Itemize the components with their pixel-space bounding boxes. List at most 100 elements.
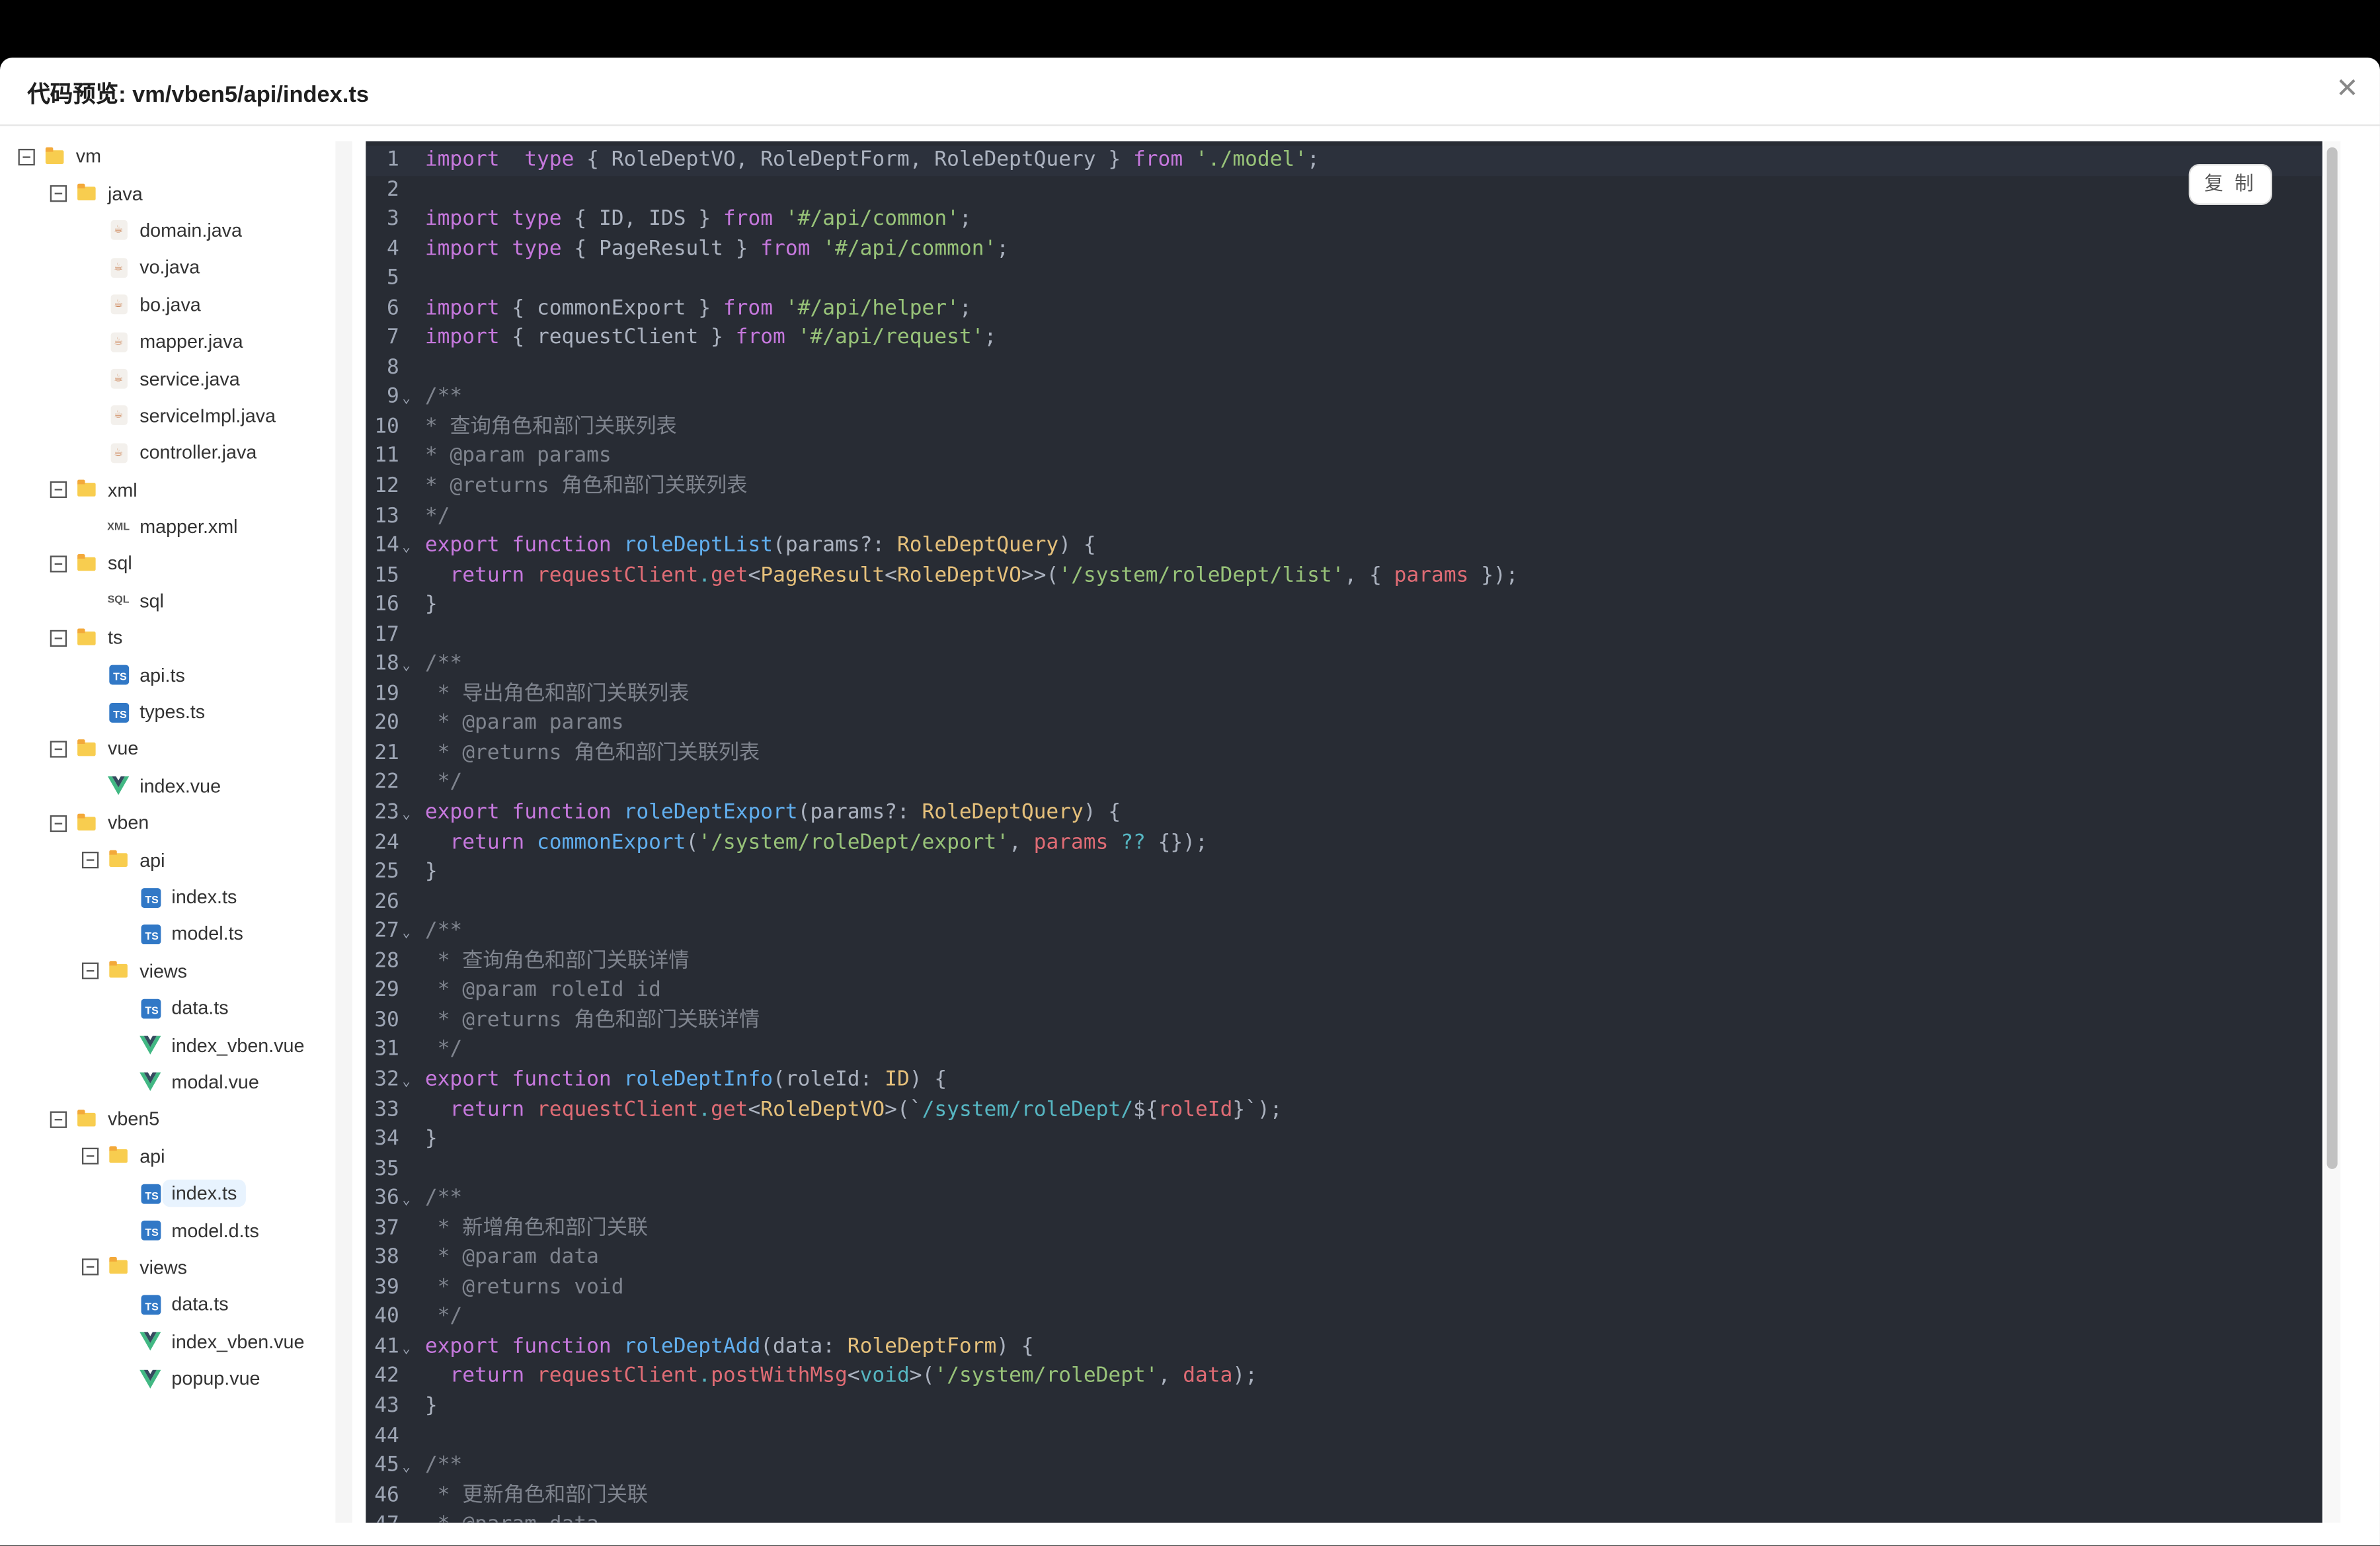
tree-folder[interactable]: vben5 xyxy=(0,1101,334,1138)
tree-file[interactable]: ☕ serviceImpl.java xyxy=(0,397,334,434)
code-line: 35 xyxy=(366,1155,2322,1184)
tree-file[interactable]: ☕ vo.java xyxy=(0,249,334,286)
code-text: import { requestClient } from '#/api/req… xyxy=(425,324,996,354)
tree-file[interactable]: TS index.ts xyxy=(0,1175,334,1212)
code-token: from xyxy=(1132,147,1183,172)
tree-file[interactable]: TS api.ts xyxy=(0,657,334,694)
fold-chevron-icon[interactable]: ⌄ xyxy=(402,653,410,683)
collapse-icon[interactable] xyxy=(50,481,67,499)
tree-folder[interactable]: vue xyxy=(0,731,334,768)
tree-item-label: serviceImpl.java xyxy=(139,405,276,427)
collapse-icon[interactable] xyxy=(50,555,67,573)
collapse-icon[interactable] xyxy=(50,815,67,832)
collapse-icon[interactable] xyxy=(50,185,67,202)
tree-folder[interactable]: xml xyxy=(0,471,334,509)
file-tree: vm java ☕ domain.java ☕ vo.java ☕ bo.java ☕ mappe… xyxy=(0,138,334,1535)
code-token: * 新增角色和部门关联 xyxy=(424,1215,649,1241)
code-token: RoleDeptQuery xyxy=(896,533,1059,557)
code-text: */ xyxy=(425,769,463,799)
tree-file[interactable]: ☕ controller.java xyxy=(0,434,334,471)
tree-folder[interactable]: java xyxy=(0,175,334,212)
tree-folder[interactable]: views xyxy=(0,953,334,990)
collapse-icon[interactable] xyxy=(50,1111,67,1128)
tree-file[interactable]: ☕ service.java xyxy=(0,360,334,397)
code-token: import xyxy=(424,296,500,320)
collapse-icon[interactable] xyxy=(50,741,67,758)
code-token: < xyxy=(748,562,761,587)
code-token: commonExport xyxy=(536,829,686,854)
code-line: 37 * 新增角色和部门关联 xyxy=(366,1214,2322,1244)
folder-icon xyxy=(76,479,97,501)
collapse-icon[interactable] xyxy=(50,630,67,647)
code-token: import xyxy=(424,206,500,231)
fold-chevron-icon[interactable]: ⌄ xyxy=(402,534,410,564)
tree-file[interactable]: XML mapper.xml xyxy=(0,509,334,546)
code-text: */ xyxy=(425,1036,463,1066)
scrollbar-thumb[interactable] xyxy=(2326,147,2338,1169)
tree-folder[interactable]: views xyxy=(0,1249,334,1286)
collapse-icon[interactable] xyxy=(18,148,35,165)
code-scrollbar[interactable] xyxy=(2324,141,2341,1523)
tree-folder[interactable]: api xyxy=(0,1138,334,1175)
collapse-icon[interactable] xyxy=(81,1259,99,1276)
tree-folder[interactable]: vben xyxy=(0,805,334,842)
tree-file[interactable]: modal.vue xyxy=(0,1064,334,1101)
close-icon[interactable]: ✕ xyxy=(2336,73,2359,104)
folder-icon xyxy=(76,813,97,834)
fold-chevron-icon[interactable]: ⌄ xyxy=(402,920,410,950)
tree-file[interactable]: index_vben.vue xyxy=(0,1323,334,1360)
tree-file[interactable]: TS data.ts xyxy=(0,1286,334,1323)
code-text: */ xyxy=(425,1303,463,1333)
tree-item-label: api.ts xyxy=(139,664,185,686)
line-number: 44 xyxy=(374,1423,399,1448)
tree-file[interactable]: ☕ domain.java xyxy=(0,212,334,249)
line-number: 22 xyxy=(374,770,399,795)
code-text: * 查询角色和部门关联详情 xyxy=(425,947,690,977)
typescript-file-icon: TS xyxy=(139,1183,161,1204)
tree-scrollbar[interactable] xyxy=(335,141,352,1523)
typescript-file-icon: TS xyxy=(139,1220,161,1241)
tree-folder[interactable]: vm xyxy=(0,138,334,175)
tree-file[interactable]: ☕ bo.java xyxy=(0,286,334,323)
fold-chevron-icon[interactable]: ⌄ xyxy=(402,1188,410,1217)
code-token: type xyxy=(524,147,575,172)
copy-button[interactable]: 复 制 xyxy=(2188,163,2272,205)
tree-file[interactable]: ☕ mapper.java xyxy=(0,323,334,360)
fold-chevron-icon[interactable]: ⌄ xyxy=(402,386,410,416)
collapse-icon[interactable] xyxy=(81,1148,99,1165)
tree-file[interactable]: index_vben.vue xyxy=(0,1027,334,1064)
code-editor[interactable]: 1 import type { RoleDeptVO, RoleDeptForm,… xyxy=(366,141,2322,1523)
tree-folder[interactable]: api xyxy=(0,842,334,879)
tree-file[interactable]: index.vue xyxy=(0,768,334,805)
code-line: 22 */ xyxy=(366,769,2322,799)
tree-file[interactable]: TS types.ts xyxy=(0,694,334,731)
code-token: return xyxy=(450,829,525,854)
tree-file[interactable]: TS model.ts xyxy=(0,916,334,953)
fold-chevron-icon[interactable]: ⌄ xyxy=(402,1455,410,1485)
tree-folder[interactable]: ts xyxy=(0,620,334,657)
tree-file[interactable]: TS model.d.ts xyxy=(0,1212,334,1249)
tree-item-label: xml xyxy=(108,479,138,501)
tree-file[interactable]: TS index.ts xyxy=(0,879,334,916)
code-lines: 1 import type { RoleDeptVO, RoleDeptForm,… xyxy=(366,142,2322,1523)
collapse-icon[interactable] xyxy=(81,963,99,980)
tree-file[interactable]: TS data.ts xyxy=(0,990,334,1027)
fold-chevron-icon[interactable]: ⌄ xyxy=(402,1336,410,1365)
code-token: ; xyxy=(1307,147,1320,172)
fold-chevron-icon[interactable]: ⌄ xyxy=(402,801,410,831)
line-number: 29 xyxy=(374,978,399,1003)
collapse-icon[interactable] xyxy=(81,852,99,869)
code-line: 18 ⌄ /** xyxy=(366,650,2322,680)
code-token: , { xyxy=(1344,562,1394,587)
tree-file[interactable]: SQL sql xyxy=(0,583,334,620)
tree-file[interactable]: popup.vue xyxy=(0,1360,334,1397)
code-text: /** xyxy=(425,1451,462,1481)
fold-chevron-icon[interactable]: ⌄ xyxy=(402,1069,410,1098)
tree-folder[interactable]: sql xyxy=(0,546,334,583)
code-line: 45 ⌄/** xyxy=(366,1451,2322,1481)
